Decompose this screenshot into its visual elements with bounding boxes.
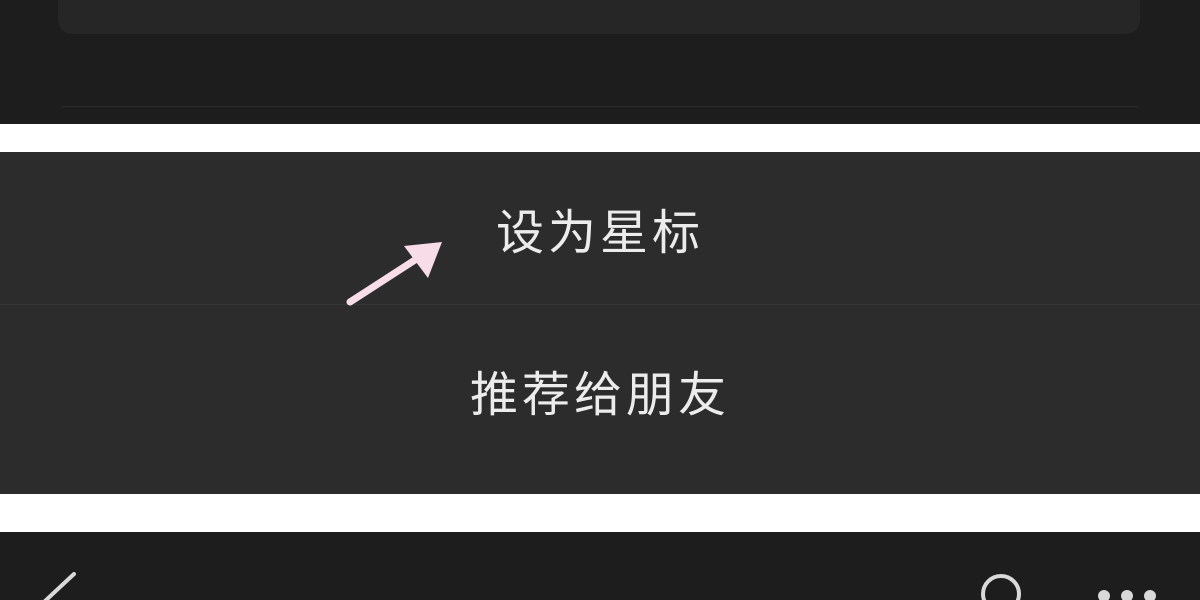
top-card[interactable]: [58, 0, 1140, 34]
set-as-star-button[interactable]: 设为星标: [0, 152, 1200, 304]
sheet-divider: [0, 304, 1200, 305]
top-divider: [62, 106, 1138, 107]
more-icon[interactable]: [1092, 582, 1162, 600]
bottom-toolbar: [0, 532, 1200, 600]
screenshot-page: 设为星标 推荐给朋友: [0, 0, 1200, 600]
action-sheet: 设为星标 推荐给朋友: [0, 152, 1200, 494]
recommend-to-friend-button[interactable]: 推荐给朋友: [0, 314, 1200, 466]
back-icon[interactable]: [34, 572, 84, 600]
search-icon[interactable]: [976, 572, 1026, 600]
top-panel: [0, 0, 1200, 124]
